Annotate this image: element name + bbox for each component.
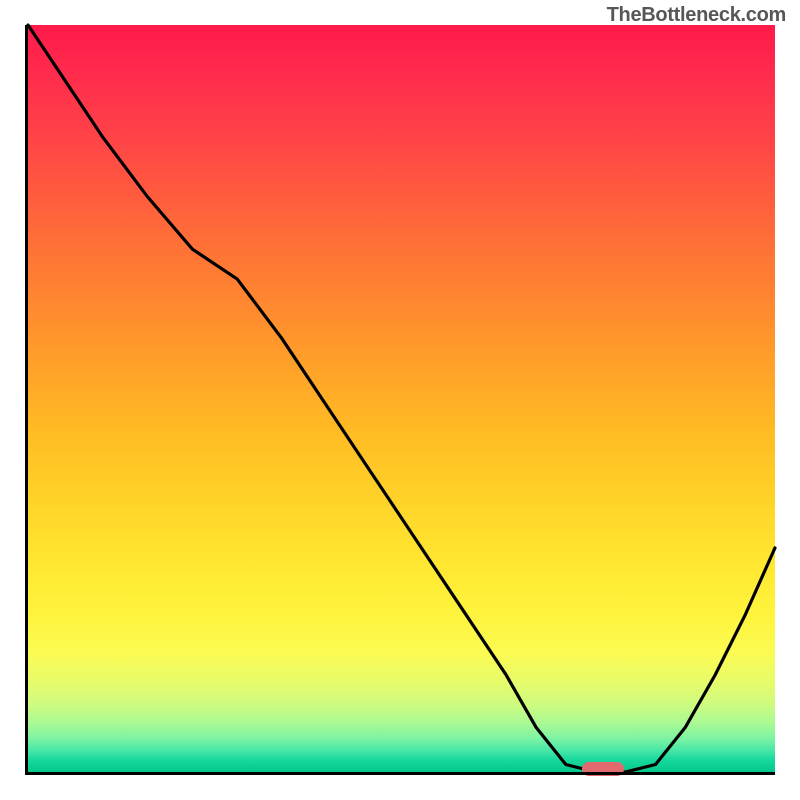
axes-frame	[25, 25, 775, 775]
chart-container: TheBottleneck.com	[0, 0, 800, 800]
watermark-text: TheBottleneck.com	[607, 4, 786, 27]
